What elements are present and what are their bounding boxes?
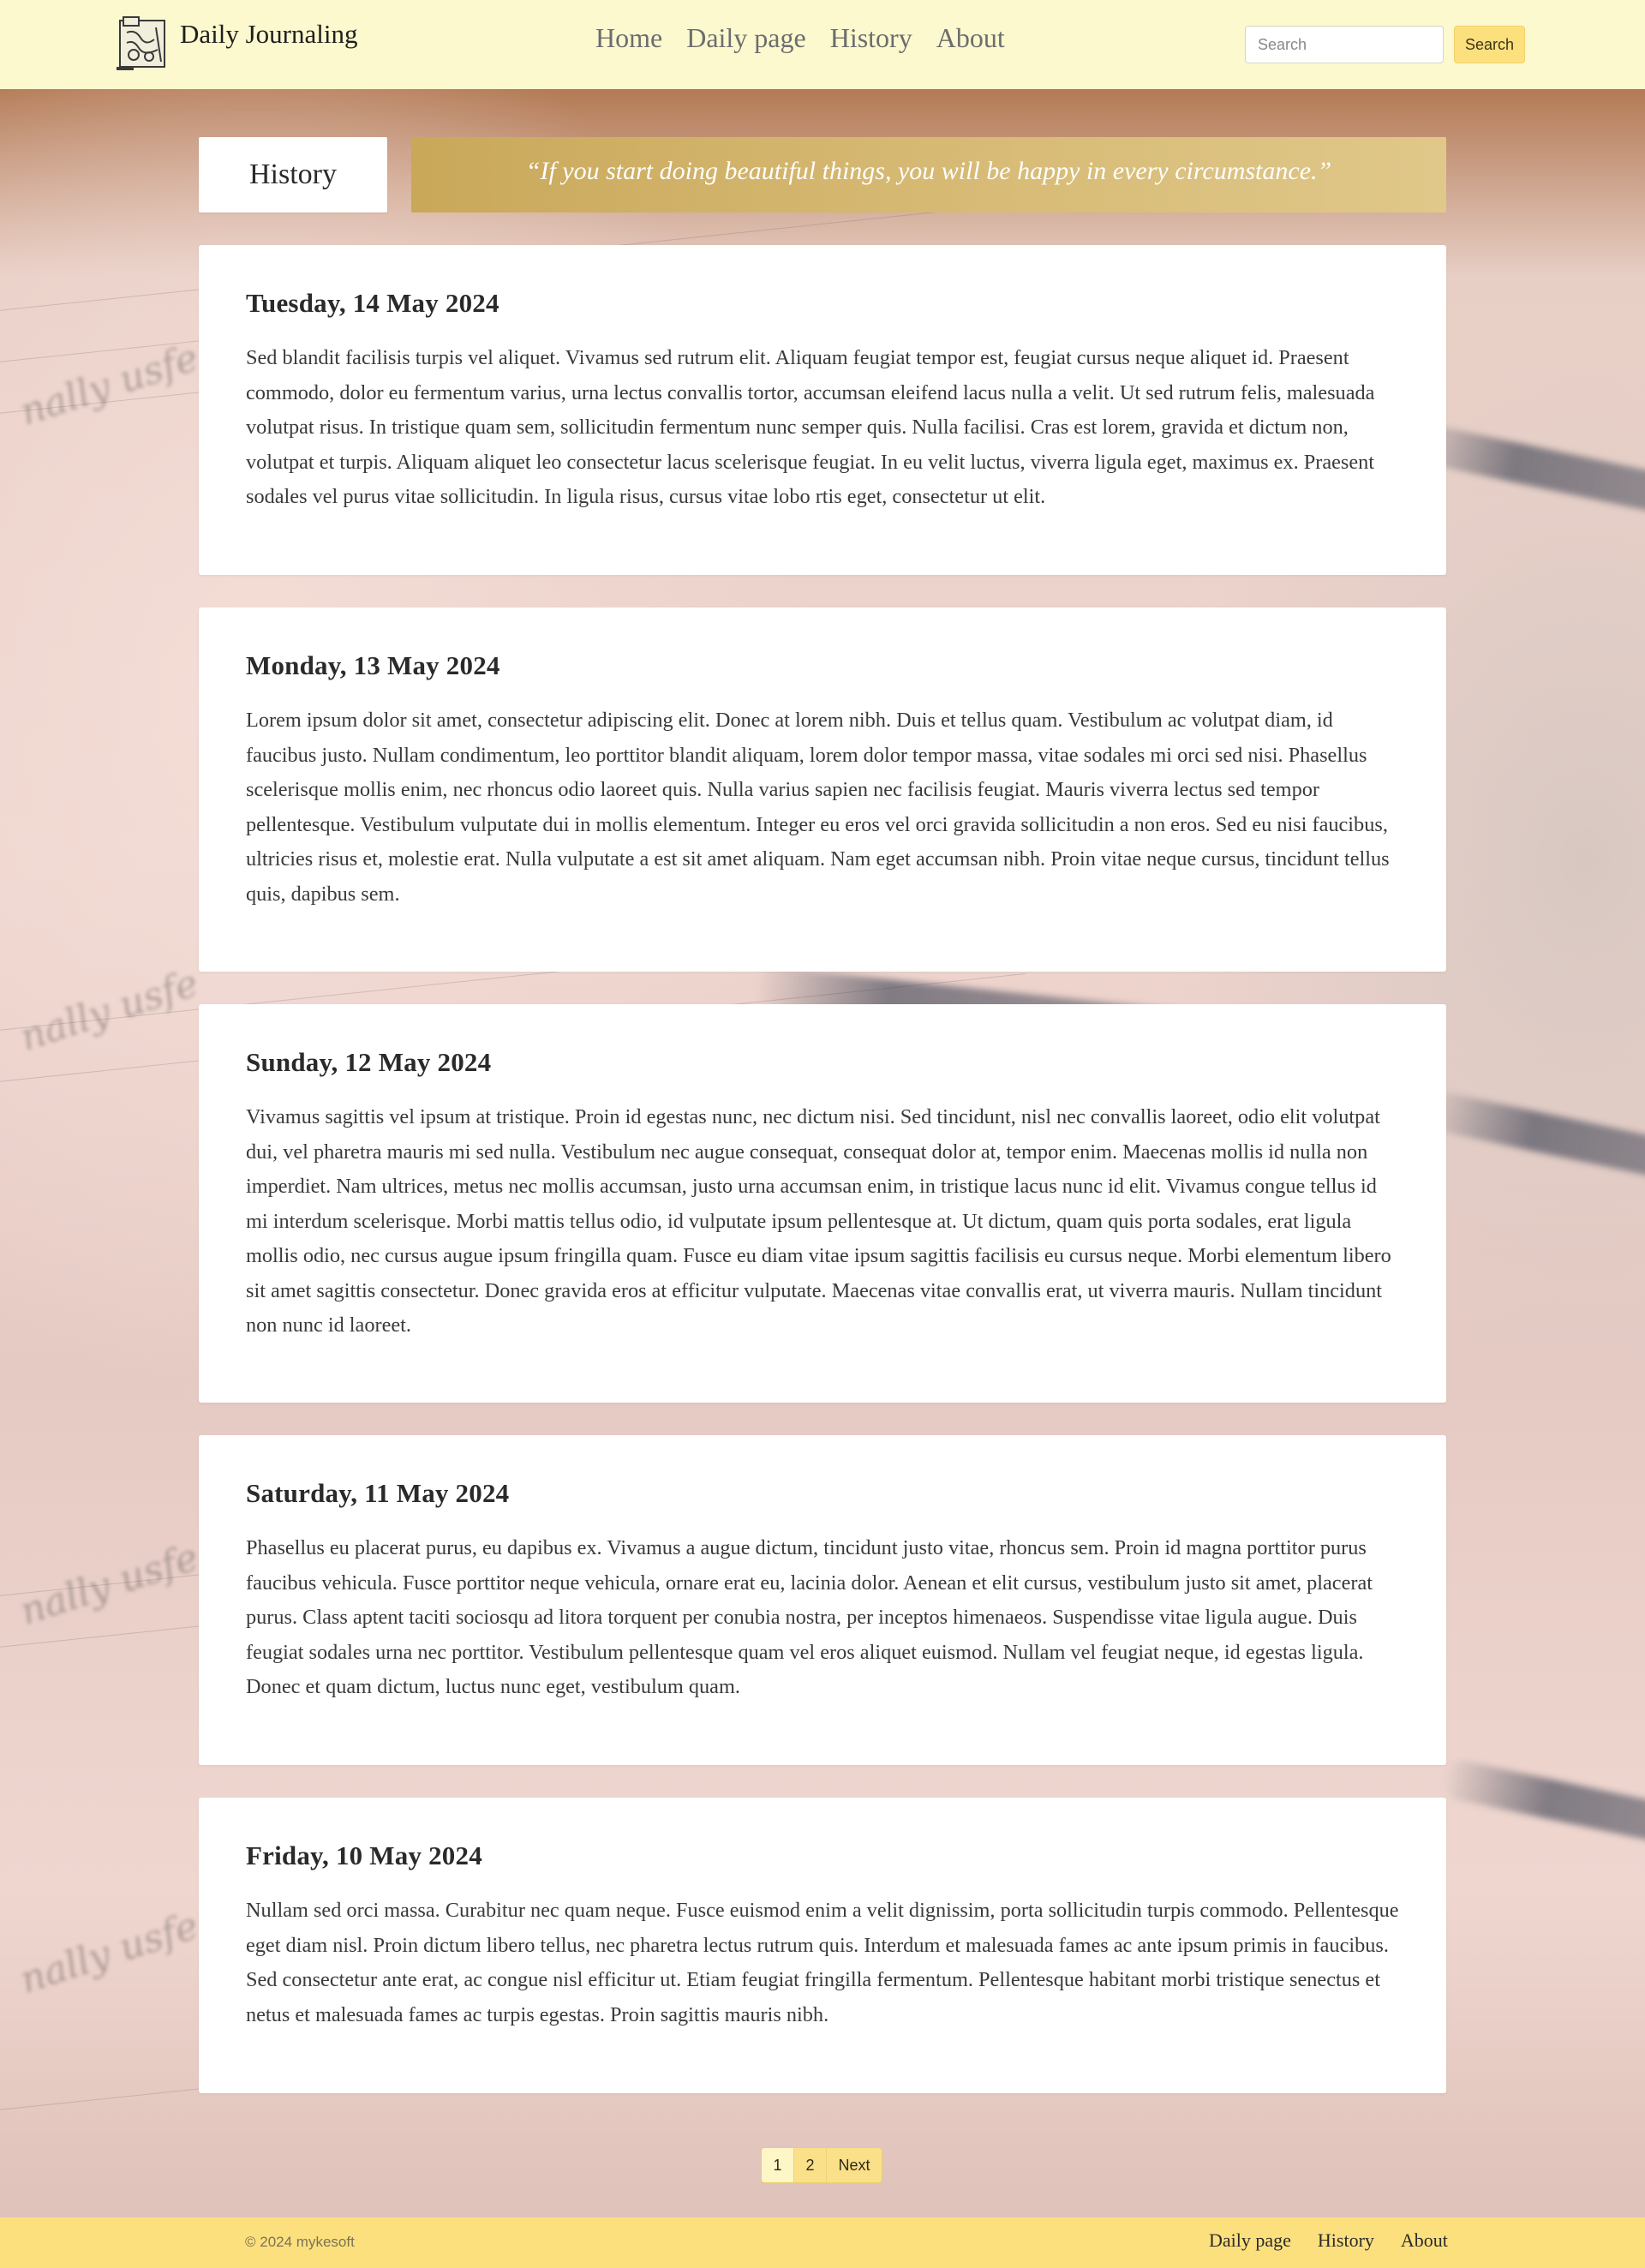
nav-history[interactable]: History: [830, 22, 912, 54]
pagination: 1 2 Next: [761, 2147, 882, 2183]
entry-body: Vivamus sagittis vel ipsum at tristique.…: [246, 1105, 1391, 1337]
nav-about[interactable]: About: [936, 22, 1005, 54]
journal-logo-icon: [115, 14, 170, 72]
entry-body: Nullam sed orci massa. Curabitur nec qua…: [246, 1899, 1399, 2026]
entry-date: Friday, 10 May 2024: [246, 1840, 482, 1870]
entry-date: Monday, 13 May 2024: [246, 650, 500, 680]
copyright: © 2024 mykesoft: [245, 2234, 355, 2250]
top-navbar: Daily Journaling Home Daily page History…: [0, 0, 1645, 89]
main-nav: Home Daily page History About: [595, 22, 1029, 54]
page-2-button[interactable]: 2: [794, 2148, 827, 2182]
footer-nav-daily-page[interactable]: Daily page: [1209, 2229, 1291, 2252]
entry-body: Lorem ipsum dolor sit amet, consectetur …: [246, 709, 1390, 906]
journal-entry: Friday, 10 May 2024 Nullam sed orci mass…: [199, 1798, 1446, 2093]
entry-date: Saturday, 11 May 2024: [246, 1478, 510, 1508]
search-button[interactable]: Search: [1454, 26, 1525, 63]
daily-quote: “If you start doing beautiful things, yo…: [411, 137, 1446, 212]
footer-nav: Daily page History About: [1209, 2229, 1475, 2252]
footer: © 2024 mykesoft Daily page History About: [0, 2217, 1645, 2268]
journal-entry: Sunday, 12 May 2024 Vivamus sagittis vel…: [199, 1004, 1446, 1403]
search-input[interactable]: [1245, 26, 1444, 63]
footer-nav-about[interactable]: About: [1401, 2229, 1448, 2252]
entry-body: Sed blandit facilisis turpis vel aliquet…: [246, 346, 1375, 508]
next-page-button[interactable]: Next: [827, 2148, 882, 2182]
page-1-button[interactable]: 1: [762, 2148, 794, 2182]
entry-date: Tuesday, 14 May 2024: [246, 288, 499, 318]
brand[interactable]: Daily Journaling: [115, 12, 358, 74]
journal-entry: Monday, 13 May 2024 Lorem ipsum dolor si…: [199, 607, 1446, 972]
brand-name: Daily Journaling: [180, 19, 358, 49]
entry-date: Sunday, 12 May 2024: [246, 1047, 492, 1077]
journal-entry: Saturday, 11 May 2024 Phasellus eu place…: [199, 1435, 1446, 1765]
page-title: History: [199, 137, 387, 212]
nav-daily-page[interactable]: Daily page: [686, 22, 806, 54]
nav-home[interactable]: Home: [595, 22, 662, 54]
footer-nav-history[interactable]: History: [1318, 2229, 1374, 2252]
journal-entry: Tuesday, 14 May 2024 Sed blandit facilis…: [199, 245, 1446, 575]
entry-body: Phasellus eu placerat purus, eu dapibus …: [246, 1536, 1373, 1698]
